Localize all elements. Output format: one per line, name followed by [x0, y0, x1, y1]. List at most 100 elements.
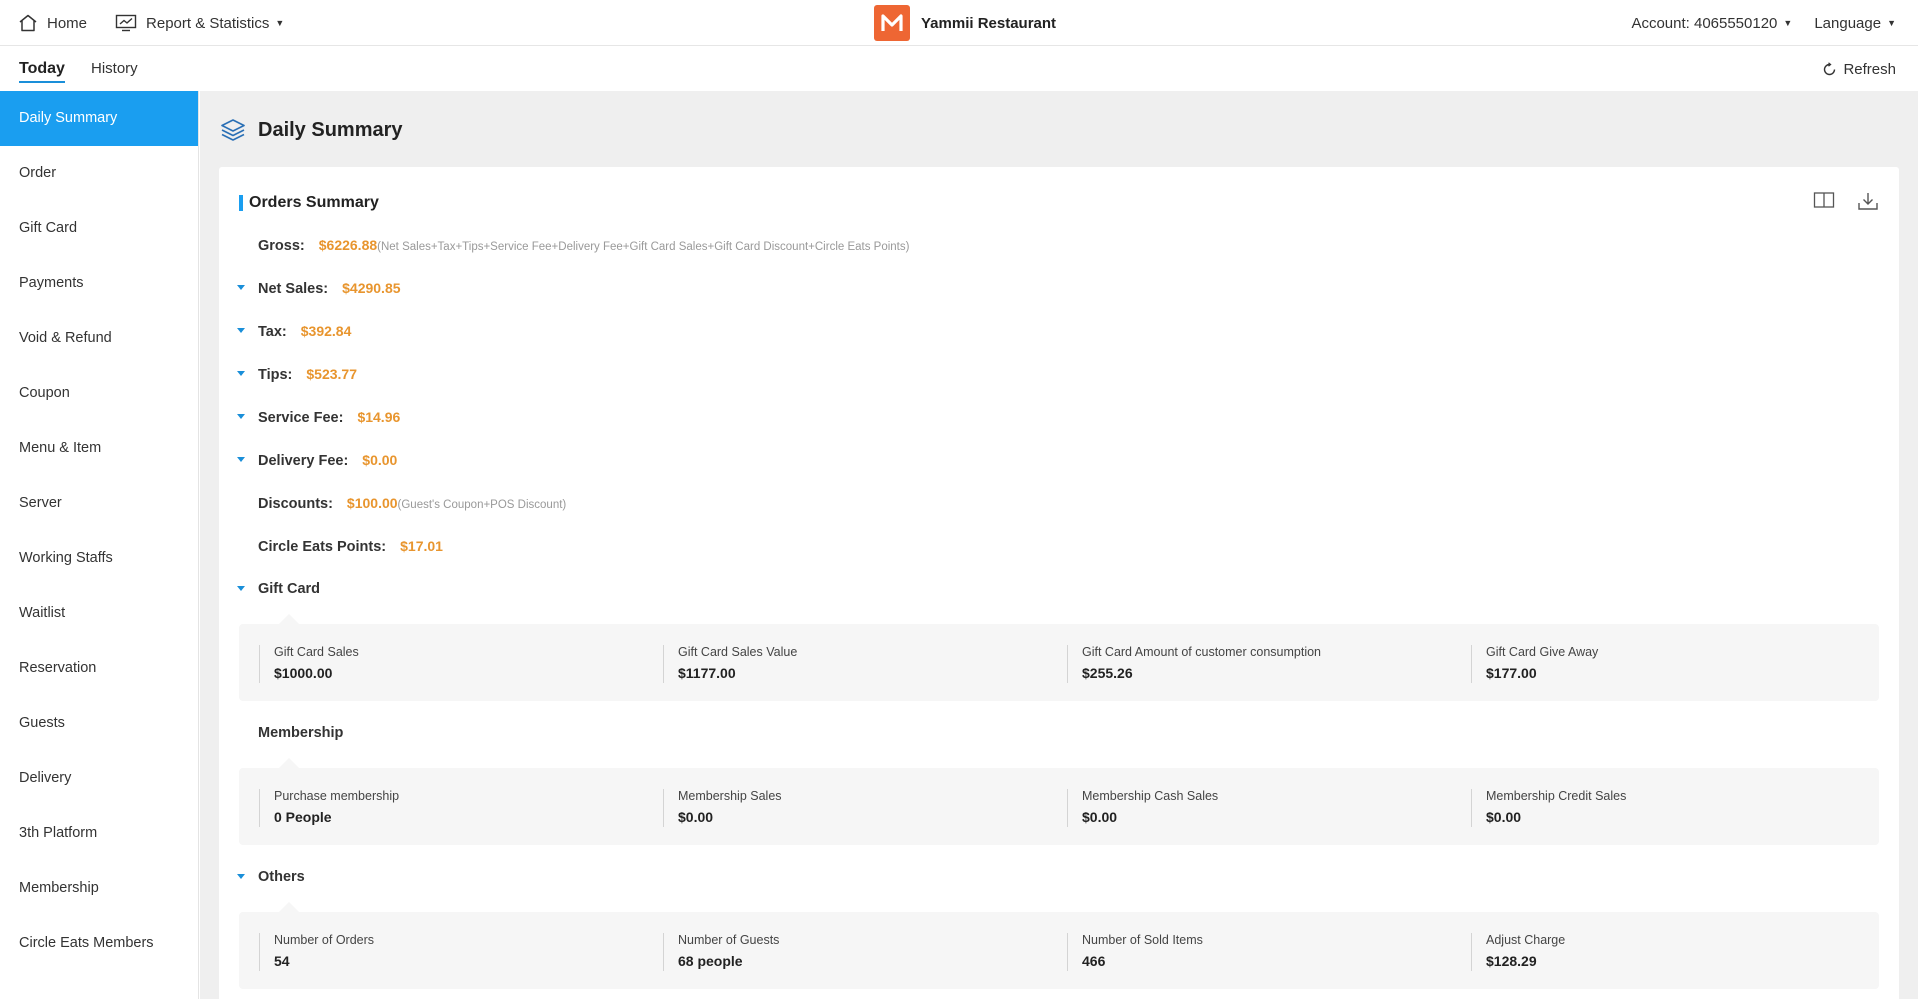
others-section-header[interactable]: Others	[237, 869, 305, 885]
tax-row[interactable]: Tax: $392.84	[237, 323, 352, 340]
stat-label: Number of Orders	[274, 933, 375, 947]
service-fee-row[interactable]: Service Fee: $14.96	[237, 409, 401, 426]
refresh-button[interactable]: Refresh	[1822, 61, 1896, 78]
tips-label: Tips:	[258, 367, 293, 383]
sidebar-item-payments[interactable]: Payments	[0, 256, 198, 311]
brand-logo	[874, 5, 910, 41]
language-label: Language	[1814, 14, 1882, 32]
net-sales-label: Net Sales:	[258, 281, 329, 297]
stat-value: $177.00	[1486, 665, 1537, 681]
service-fee-value: $14.96	[357, 409, 401, 425]
stat-label: Purchase membership	[274, 789, 400, 803]
stat-label: Adjust Charge	[1486, 933, 1566, 947]
tab-today[interactable]: Today	[19, 60, 65, 83]
membership-panel: Purchase membership 0 People Membership …	[239, 758, 1879, 845]
gross-value: $6226.88	[318, 237, 378, 253]
gross-label: Gross:	[258, 238, 305, 254]
net-sales-row[interactable]: Net Sales: $4290.85	[237, 280, 401, 297]
sidebar-item-delivery[interactable]: Delivery	[0, 751, 198, 806]
gross-note: (Net Sales+Tax+Tips+Service Fee+Delivery…	[377, 241, 910, 253]
stat-gift-card-give-away: Gift Card Give Away $177.00	[1471, 645, 1598, 683]
stat-gift-card-sales-value: Gift Card Sales Value $1177.00	[663, 645, 797, 683]
stat-value: $255.26	[1082, 665, 1133, 681]
expand-triangle-icon[interactable]	[237, 328, 245, 333]
expand-triangle-icon[interactable]	[237, 371, 245, 376]
expand-triangle-icon[interactable]	[237, 586, 245, 591]
sidebar-item-reservation[interactable]: Reservation	[0, 641, 198, 696]
download-button[interactable]	[1857, 191, 1879, 211]
sidebar-item-coupon[interactable]: Coupon	[0, 366, 198, 421]
page-title: Daily Summary	[258, 118, 403, 141]
stat-gift-card-consumption: Gift Card Amount of customer consumption…	[1067, 645, 1321, 683]
brand-area: Yammii Restaurant	[874, 4, 1056, 42]
panel-notch	[279, 758, 299, 768]
stat-value: $0.00	[1082, 809, 1118, 825]
stat-value: 0 People	[274, 809, 332, 825]
sidebar-item-order[interactable]: Order	[0, 146, 198, 201]
delivery-fee-row[interactable]: Delivery Fee: $0.00	[237, 452, 397, 469]
stat-label: Gift Card Give Away	[1486, 645, 1599, 659]
stat-label: Gift Card Amount of customer consumption	[1082, 645, 1321, 659]
sidebar: Daily Summary Order Gift Card Payments V…	[0, 91, 199, 999]
report-statistics-label: Report & Statistics	[146, 14, 270, 32]
stat-gift-card-sales: Gift Card Sales $1000.00	[259, 645, 359, 683]
tab-history[interactable]: History	[91, 60, 138, 77]
stat-membership-sales: Membership Sales $0.00	[663, 789, 782, 827]
tips-row[interactable]: Tips: $523.77	[237, 366, 357, 383]
sidebar-item-void-refund[interactable]: Void & Refund	[0, 311, 198, 366]
split-view-button[interactable]	[1813, 191, 1835, 211]
expand-triangle-icon[interactable]	[237, 285, 245, 290]
stat-value: $128.29	[1486, 953, 1537, 969]
discounts-value: $100.00	[346, 495, 398, 511]
account-area: Account: 4065550120 ▼ Language ▼	[1631, 0, 1896, 46]
gift-card-title: Gift Card	[258, 581, 321, 597]
account-label: Account: 4065550120	[1631, 14, 1778, 32]
sidebar-item-membership[interactable]: Membership	[0, 861, 198, 916]
stat-value: 54	[274, 953, 290, 969]
delivery-fee-label: Delivery Fee:	[258, 453, 349, 469]
sidebar-item-guests[interactable]: Guests	[0, 696, 198, 751]
refresh-icon	[1824, 62, 1836, 76]
account-menu[interactable]: Account: 4065550120 ▼	[1631, 15, 1792, 32]
gift-card-panel: Gift Card Sales $1000.00 Gift Card Sales…	[239, 614, 1879, 701]
report-statistics-menu[interactable]: Report & Statistics ▼	[115, 14, 284, 32]
stat-number-of-orders: Number of Orders 54	[259, 933, 374, 971]
brand-name: Yammii Restaurant	[921, 14, 1057, 32]
expand-triangle-icon[interactable]	[237, 874, 245, 879]
stat-value: $1000.00	[274, 665, 333, 681]
circle-eats-points-label: Circle Eats Points:	[258, 539, 387, 555]
stat-value: $0.00	[1486, 809, 1522, 825]
others-panel: Number of Orders 54 Number of Guests 68 …	[239, 902, 1879, 989]
stat-label: Membership Credit Sales	[1486, 789, 1627, 803]
sidebar-item-waitlist[interactable]: Waitlist	[0, 586, 198, 641]
sidebar-item-gift-card[interactable]: Gift Card	[0, 201, 198, 256]
card-toolbar	[1791, 191, 1879, 211]
home-link[interactable]: Home	[18, 14, 87, 32]
refresh-label: Refresh	[1843, 61, 1896, 78]
sidebar-item-server[interactable]: Server	[0, 476, 198, 531]
layers-icon	[221, 119, 245, 141]
stat-label: Gift Card Sales Value	[678, 645, 798, 659]
sidebar-item-daily-summary[interactable]: Daily Summary	[0, 91, 198, 146]
gift-card-section-header[interactable]: Gift Card	[237, 581, 321, 597]
discounts-note: (Guest's Coupon+POS Discount)	[397, 499, 567, 511]
sidebar-item-menu-item[interactable]: Menu & Item	[0, 421, 198, 476]
expand-triangle-icon[interactable]	[237, 414, 245, 419]
section-accent-bar	[239, 195, 243, 211]
sidebar-item-circle-eats-members[interactable]: Circle Eats Members	[0, 916, 198, 971]
stat-number-of-guests: Number of Guests 68 people	[663, 933, 779, 971]
sidebar-item-working-staffs[interactable]: Working Staffs	[0, 531, 198, 586]
stat-value: $1177.00	[678, 665, 736, 681]
tax-value: $392.84	[300, 323, 352, 339]
expand-triangle-icon[interactable]	[237, 457, 245, 462]
stat-label: Gift Card Sales	[274, 645, 359, 659]
stat-membership-cash-sales: Membership Cash Sales $0.00	[1067, 789, 1218, 827]
page-header: Daily Summary	[220, 117, 403, 143]
membership-section-header: Membership	[258, 725, 343, 741]
caret-down-icon: ▼	[275, 18, 285, 28]
caret-down-icon: ▼	[1783, 18, 1793, 28]
language-menu[interactable]: Language ▼	[1814, 15, 1896, 32]
orders-summary-card: Orders Summary Gross: $6226.88 (Net Sale…	[219, 167, 1899, 999]
circle-eats-points-value: $17.01	[400, 538, 443, 554]
sidebar-item-3th-platform[interactable]: 3th Platform	[0, 806, 198, 861]
